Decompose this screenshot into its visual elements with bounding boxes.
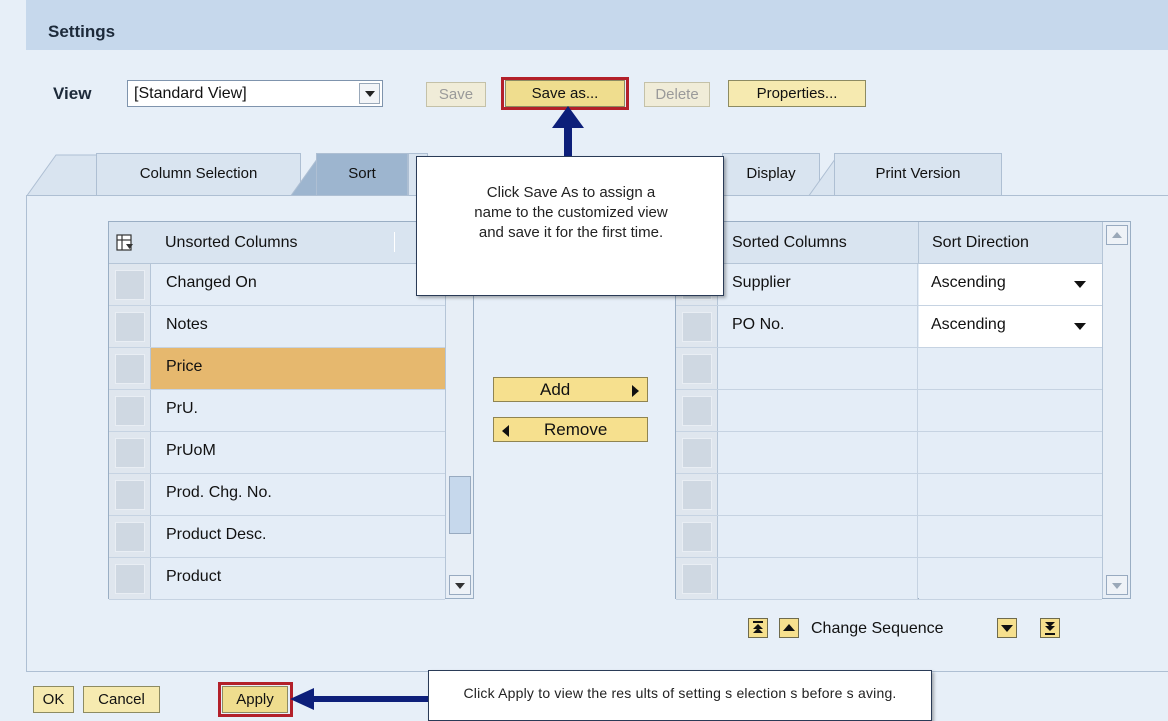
list-item: Notes (166, 316, 208, 333)
move-up-icon[interactable] (779, 618, 799, 638)
chevron-down-icon (1074, 323, 1086, 330)
tab-column-selection[interactable]: Column Selection (96, 153, 301, 196)
list-item: Product Desc. (166, 526, 267, 543)
properties-button[interactable]: Properties... (728, 80, 866, 107)
list-item: PrUoM (166, 442, 216, 459)
annotation-arrow-left (290, 688, 433, 710)
apply-callout: Click Apply to view the res ults of sett… (428, 670, 932, 721)
sort-direction-value: Ascending (931, 316, 1006, 333)
remove-button-label: Remove (544, 420, 608, 439)
add-button[interactable]: Add (493, 377, 648, 402)
list-item: Price (166, 358, 203, 375)
apply-highlight (218, 682, 293, 717)
sorted-columns-table: Sorted Columns Sort Direction Supplier A… (675, 221, 1131, 600)
table-row-empty[interactable] (676, 474, 1102, 516)
header-divider (394, 232, 395, 252)
list-item: Prod. Chg. No. (166, 484, 272, 501)
header-bar (26, 0, 1168, 50)
table-settings-icon[interactable] (116, 234, 134, 252)
apply-callout-text: Click Apply to view the res ults of sett… (463, 685, 897, 701)
table-row-empty[interactable] (676, 348, 1102, 390)
table-row[interactable]: Prod. Chg. No. (109, 474, 445, 516)
unsorted-scrollbar[interactable] (445, 264, 473, 598)
unsorted-columns-header: Unsorted Columns (165, 234, 298, 251)
table-row[interactable]: PrUoM (109, 432, 445, 474)
sort-direction-dropdown[interactable]: Ascending (919, 264, 1102, 305)
cancel-button[interactable]: Cancel (83, 686, 160, 713)
tab-display[interactable]: Display (722, 153, 820, 196)
sorted-table-header: Sorted Columns Sort Direction (676, 222, 1130, 264)
table-row[interactable]: Product Desc. (109, 516, 445, 558)
list-item: PrU. (166, 400, 198, 417)
scroll-up-icon[interactable] (1106, 225, 1128, 245)
table-row[interactable]: Notes (109, 306, 445, 348)
sorted-columns-header: Sorted Columns (732, 234, 847, 251)
remove-button[interactable]: Remove (493, 417, 648, 442)
arrow-left-icon (502, 425, 509, 437)
table-row-selected[interactable]: Price (109, 348, 445, 390)
chevron-down-icon[interactable] (359, 83, 380, 104)
move-to-bottom-icon[interactable] (1040, 618, 1060, 638)
add-button-label: Add (540, 380, 571, 399)
scrollbar-thumb[interactable] (449, 476, 471, 534)
table-row[interactable]: PrU. (109, 390, 445, 432)
sort-direction-value: Ascending (931, 274, 1006, 291)
annotation-arrow-up (552, 106, 584, 160)
table-row-empty[interactable] (676, 516, 1102, 558)
ok-button[interactable]: OK (33, 686, 74, 713)
table-row-empty[interactable] (676, 558, 1102, 600)
table-row-empty[interactable] (676, 390, 1102, 432)
move-down-icon[interactable] (997, 618, 1017, 638)
sort-direction-dropdown[interactable]: Ascending (919, 306, 1102, 347)
sort-direction-header: Sort Direction (932, 234, 1029, 251)
move-to-top-icon[interactable] (748, 618, 768, 638)
table-row[interactable]: Product (109, 558, 445, 600)
sorted-scrollbar[interactable] (1102, 222, 1130, 598)
table-row[interactable]: Changed On (109, 264, 445, 306)
list-item: Changed On (166, 274, 257, 291)
table-row[interactable]: PO No. Ascending (676, 306, 1102, 348)
sorted-column-name: PO No. (732, 316, 785, 333)
list-item: Product (166, 568, 222, 585)
save-as-callout-text: Click Save As to assign a name to the cu… (474, 184, 668, 241)
delete-button[interactable]: Delete (644, 82, 710, 107)
tab-sort[interactable]: Sort (316, 153, 408, 196)
table-row[interactable]: Supplier Ascending (676, 264, 1102, 306)
chevron-down-icon (1074, 281, 1086, 288)
save-as-callout: Click Save As to assign a name to the cu… (416, 156, 724, 296)
change-sequence-label: Change Sequence (811, 620, 944, 637)
scroll-down-icon[interactable] (449, 575, 471, 595)
arrow-right-icon (632, 385, 639, 397)
panel-title: Settings (48, 22, 116, 41)
tab-print-version[interactable]: Print Version (834, 153, 1002, 196)
view-dropdown-value: [Standard View] (134, 85, 247, 102)
view-label: View (53, 84, 92, 103)
save-button[interactable]: Save (426, 82, 486, 107)
sorted-column-name: Supplier (732, 274, 791, 291)
scroll-down-icon[interactable] (1106, 575, 1128, 595)
table-row-empty[interactable] (676, 432, 1102, 474)
view-dropdown[interactable]: [Standard View] (127, 80, 383, 107)
